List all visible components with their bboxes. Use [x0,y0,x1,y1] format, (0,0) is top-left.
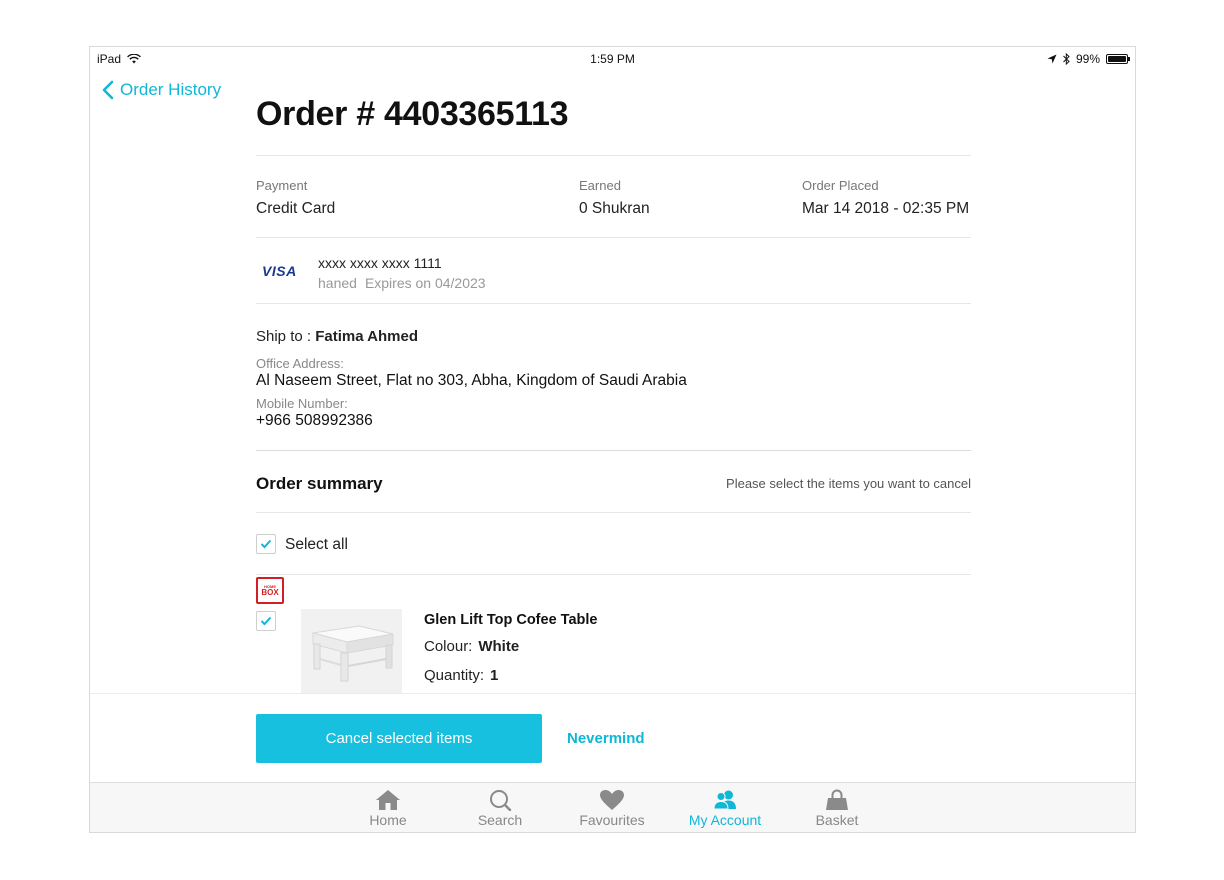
select-all-checkbox[interactable] [256,534,276,554]
card-number: xxxx xxxx xxxx 1111 [318,255,442,271]
select-all-label[interactable]: Select all [285,536,348,554]
address-value: Al Naseem Street, Flat no 303, Abha, Kin… [256,372,687,389]
bluetooth-icon [1063,53,1070,65]
battery-percent: 99% [1075,52,1100,66]
tab-basket[interactable]: Basket [787,789,887,828]
tab-home[interactable]: Home [338,789,438,828]
payment-value: Credit Card [256,200,336,217]
account-icon [713,790,736,810]
cancel-action-bar: Cancel selected items Nevermind [90,693,1135,782]
order-summary-title: Order summary [256,474,383,493]
checkmark-icon [260,539,272,549]
back-to-order-history[interactable]: Order History [102,80,221,100]
homebox-logo: HOME BOX [256,577,284,604]
card-expiry: Expires on 04/2023 [364,275,486,291]
ipad-screen: iPad 1:59 PM 99% Order History Order # 4… [89,46,1136,833]
order-summary-hint: Please select the items you want to canc… [726,476,971,491]
item-checkbox[interactable] [256,611,276,631]
tab-label: Home [369,812,407,828]
quantity-value: 1 [490,667,499,684]
chevron-left-icon [102,80,114,100]
divider [256,574,971,575]
card-holder: haned [318,275,357,291]
brand-logo-line2: BOX [261,587,279,597]
colour-value: White [478,638,520,655]
earned-value: 0 Shukran [579,200,650,217]
visa-logo: VISA [262,263,297,279]
product-name: Glen Lift Top Cofee Table [424,612,598,628]
tab-search[interactable]: Search [450,789,550,828]
tab-label: Search [477,812,523,828]
product-colour: Colour: White [424,638,519,655]
status-bar: iPad 1:59 PM 99% [90,47,1135,71]
search-icon [490,790,512,811]
nevermind-link[interactable]: Nevermind [567,730,645,747]
coffee-table-image [312,625,394,682]
page-title: Order # 4403365113 [256,95,569,133]
tab-label: Favourites [579,812,645,828]
ship-to-name: Fatima Ahmed [315,328,419,345]
checkmark-icon [260,616,272,626]
tab-label: My Account [688,812,762,828]
battery-icon [1106,54,1130,64]
order-placed-label: Order Placed [802,178,879,193]
location-arrow-icon [1047,54,1057,64]
card-details: haned Expires on 04/2023 [318,275,494,291]
ship-to-label: Ship to : [256,328,312,345]
divider [256,237,971,238]
product-quantity: Quantity: 1 [424,667,498,684]
divider [256,303,971,304]
divider [256,155,971,156]
basket-icon [826,789,848,810]
order-placed-value: Mar 14 2018 - 02:35 PM [802,200,970,217]
heart-icon [600,790,624,810]
tab-label: Basket [815,812,859,828]
quantity-label: Quantity: [424,667,485,684]
payment-label: Payment [256,178,308,193]
divider [256,450,971,451]
battery-fill [1108,56,1126,62]
mobile-label: Mobile Number: [256,396,348,411]
status-bar-right: 99% [1047,52,1130,66]
cancel-selected-items-button[interactable]: Cancel selected items [256,714,542,763]
tab-bar: Home Search Favourites My Account Basket [90,782,1135,832]
address-label: Office Address: [256,356,344,371]
tab-favourites[interactable]: Favourites [562,789,662,828]
back-label: Order History [120,80,222,99]
home-icon [376,790,400,810]
divider [256,512,971,513]
mobile-value: +966 508992386 [256,412,373,429]
product-image [301,609,402,694]
earned-label: Earned [579,178,621,193]
ship-to: Ship to : Fatima Ahmed [256,328,418,345]
tab-my-account[interactable]: My Account [675,789,775,828]
colour-label: Colour: [424,638,473,655]
status-time: 1:59 PM [590,52,635,66]
